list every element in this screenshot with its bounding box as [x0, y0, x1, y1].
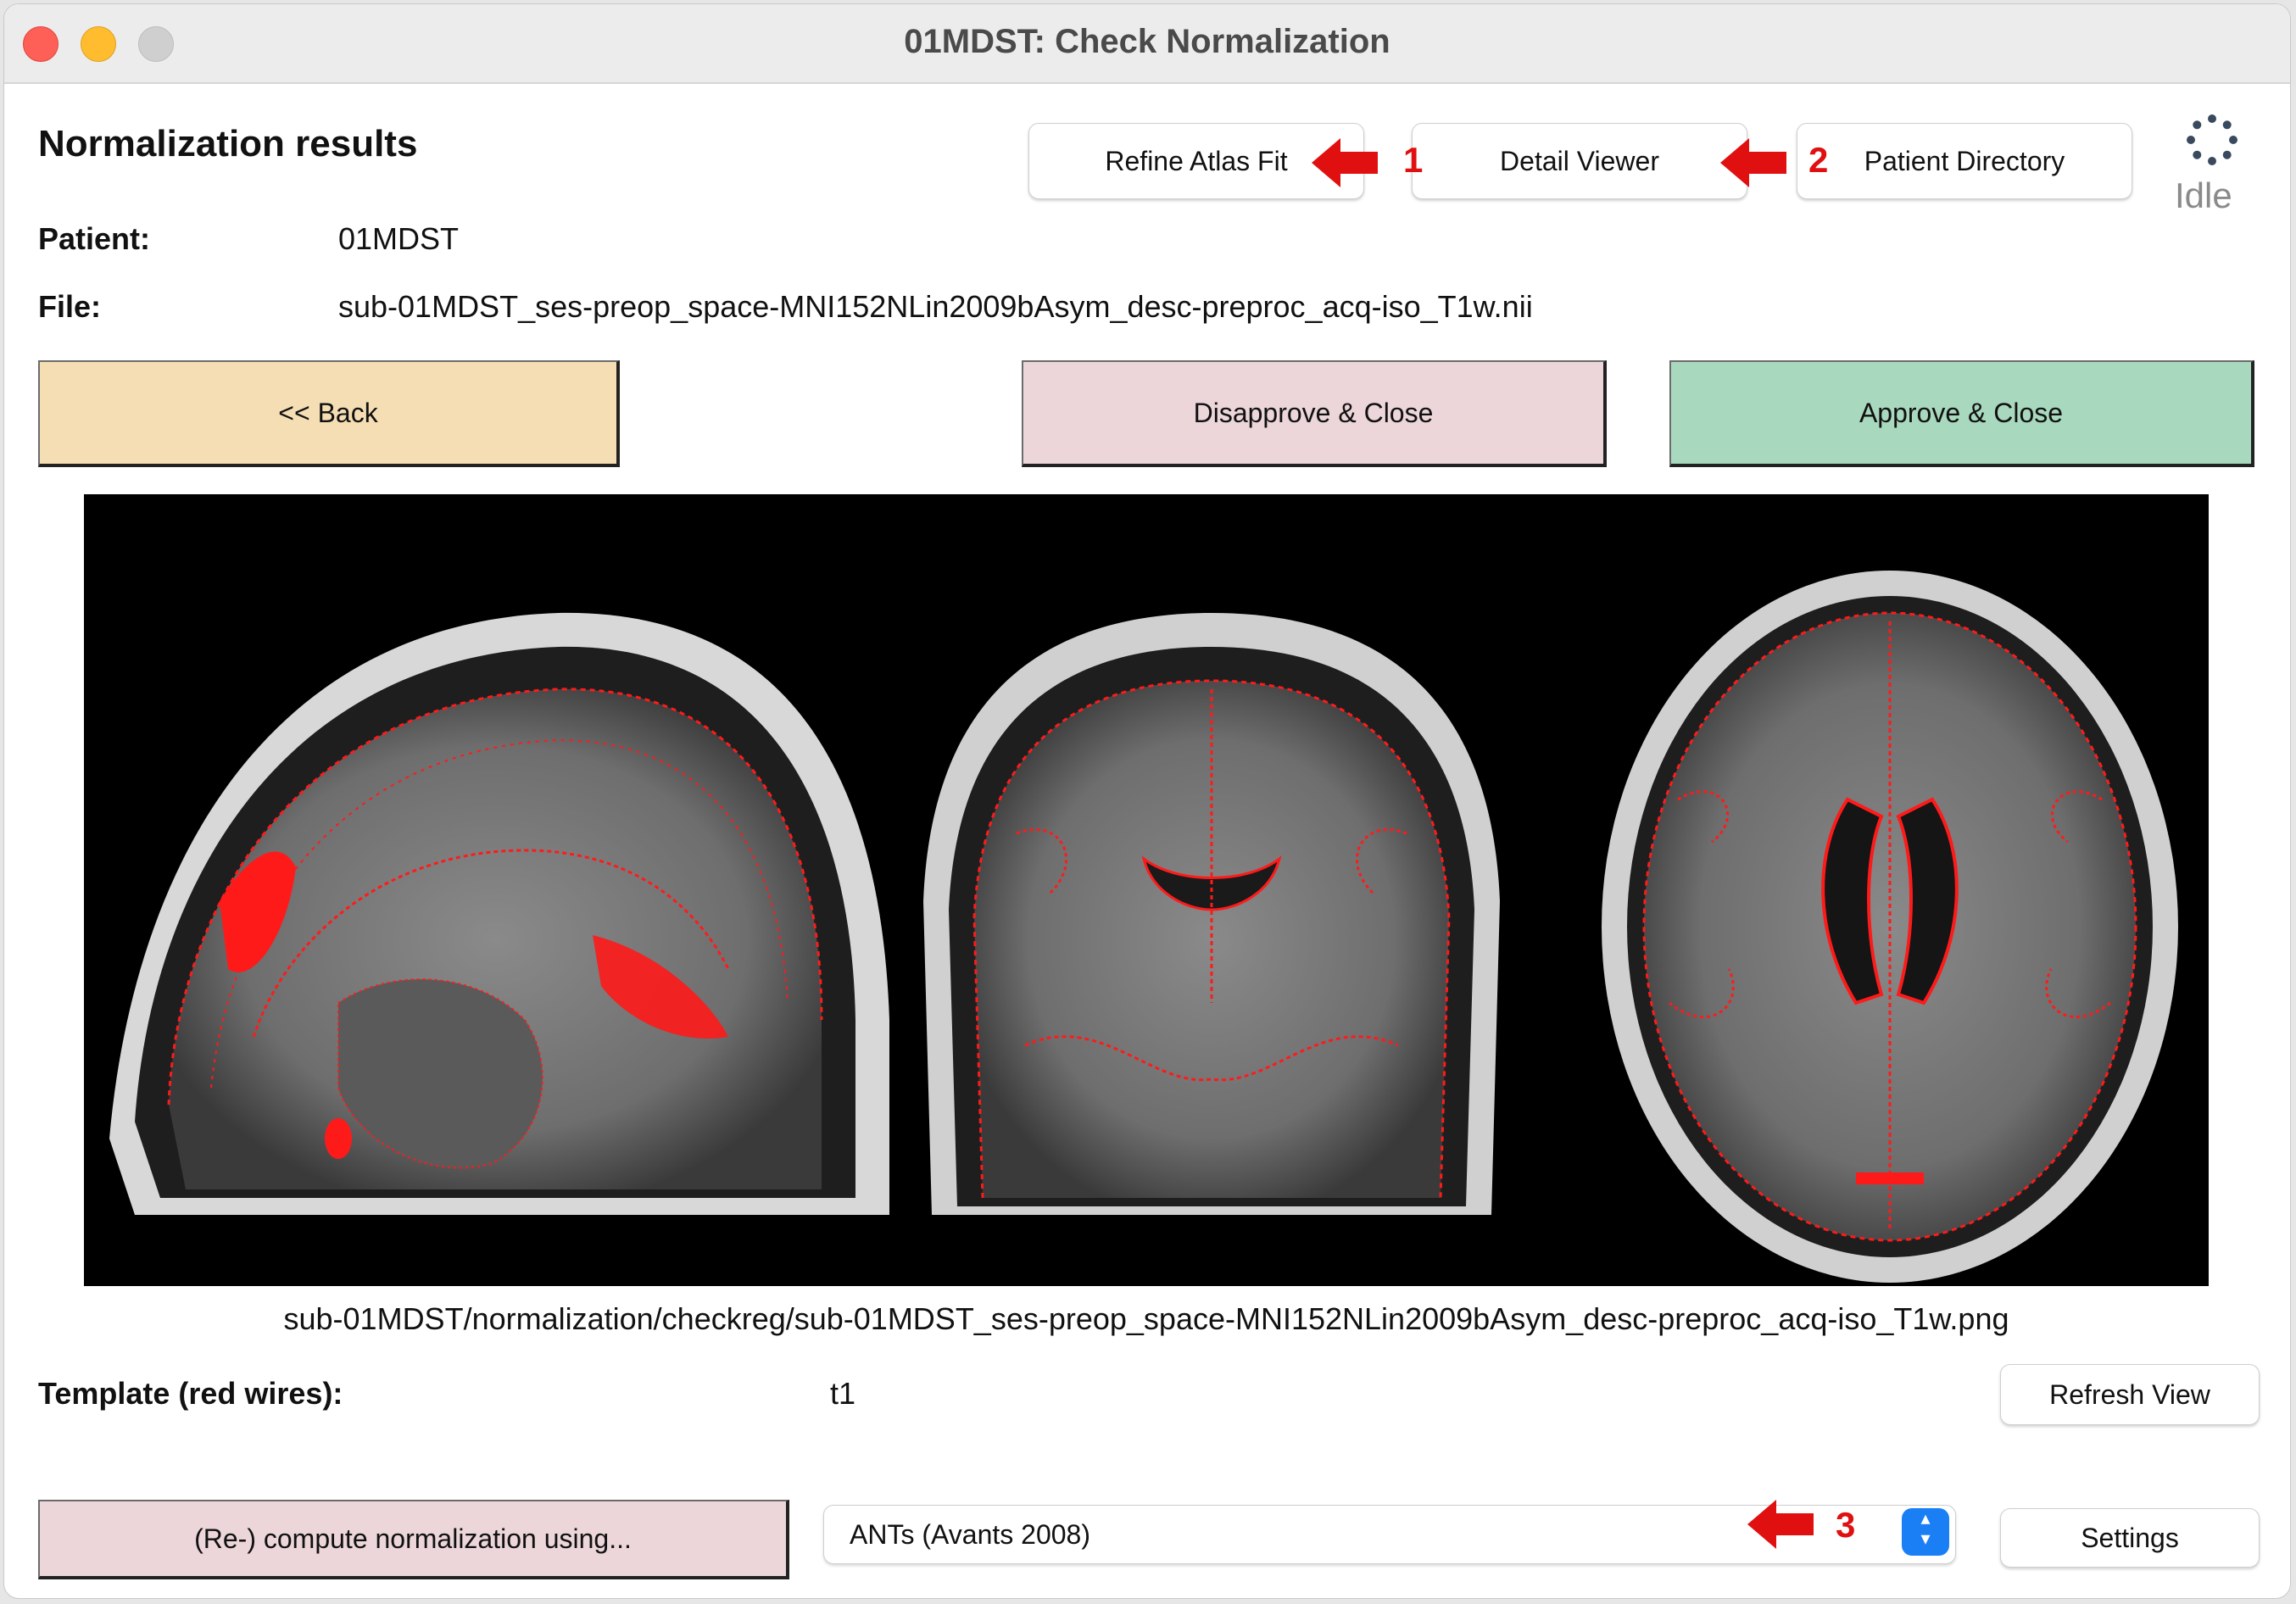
patient-label: Patient:: [38, 221, 151, 256]
settings-button[interactable]: Settings: [2000, 1508, 2260, 1568]
brain-slices-graphic: [109, 571, 2178, 1283]
recompute-normalization-label: (Re-) compute normalization using...: [194, 1523, 632, 1554]
busy-spinner-icon: [2187, 114, 2237, 165]
back-button[interactable]: << Back: [38, 360, 620, 467]
refresh-view-button[interactable]: Refresh View: [2000, 1364, 2260, 1425]
patient-value: 01MDST: [338, 221, 460, 256]
app-window: 01MDST: Check Normalization Normalizatio…: [3, 3, 2291, 1599]
file-label: File:: [38, 289, 102, 324]
title-bar: 01MDST: Check Normalization: [4, 4, 2290, 84]
coronal-slice: [923, 613, 1500, 1215]
normalization-preview-image: [84, 494, 2209, 1286]
template-value: t1: [830, 1376, 856, 1411]
settings-label: Settings: [2081, 1522, 2179, 1553]
detail-viewer-button[interactable]: Detail Viewer: [1412, 123, 1747, 199]
annotation-number-3: 3: [1836, 1505, 1856, 1545]
detail-viewer-label: Detail Viewer: [1500, 145, 1659, 176]
refresh-view-label: Refresh View: [2049, 1378, 2210, 1410]
normalization-method-value: ANTs (Avants 2008): [850, 1519, 1090, 1550]
annotation-number-2: 2: [1808, 140, 1829, 180]
annotation-arrow-2-icon: [1720, 138, 1786, 187]
select-chevron-icon[interactable]: ▴ ▾: [1902, 1508, 1949, 1556]
approve-close-button[interactable]: Approve & Close: [1669, 360, 2254, 467]
approve-close-label: Approve & Close: [1859, 397, 2064, 428]
annotation-number-1: 1: [1403, 140, 1424, 180]
axial-slice: [1602, 571, 2178, 1283]
window-title: 01MDST: Check Normalization: [904, 23, 1390, 60]
patient-directory-label: Patient Directory: [1864, 145, 2065, 176]
image-caption: sub-01MDST/normalization/checkreg/sub-01…: [283, 1301, 2009, 1336]
refine-atlas-fit-label: Refine Atlas Fit: [1105, 145, 1288, 176]
disapprove-close-button[interactable]: Disapprove & Close: [1022, 360, 1607, 467]
back-label: << Back: [278, 397, 378, 428]
page-title: Normalization results: [38, 123, 418, 164]
file-value: sub-01MDST_ses-preop_space-MNI152NLin200…: [338, 289, 1533, 324]
annotation-arrow-1-icon: [1312, 138, 1378, 187]
annotation-arrow-3-icon: [1747, 1500, 1814, 1549]
disapprove-close-label: Disapprove & Close: [1193, 397, 1434, 428]
template-label: Template (red wires):: [38, 1376, 343, 1411]
patient-directory-button[interactable]: Patient Directory: [1797, 123, 2132, 199]
sagittal-slice: [109, 612, 889, 1215]
recompute-normalization-button[interactable]: (Re-) compute normalization using...: [38, 1500, 789, 1579]
status-text: Idle: [2175, 175, 2232, 215]
